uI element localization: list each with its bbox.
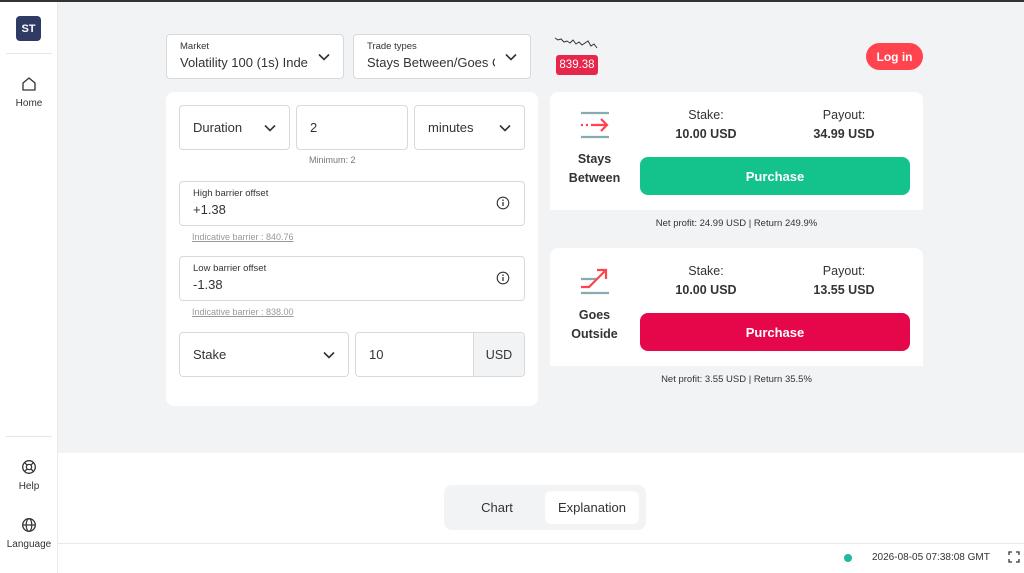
stake-amount-value: 10 <box>369 347 384 362</box>
market-selector[interactable]: Market Volatility 100 (1s) Index <box>166 34 344 79</box>
stake-label: Stake: <box>688 264 724 278</box>
view-tabs: Chart Explanation <box>444 485 646 530</box>
high-barrier-label: High barrier offset <box>193 188 269 199</box>
payout-value: 34.99 USD <box>813 127 875 141</box>
help-icon <box>22 460 36 474</box>
high-barrier-value: +1.38 <box>193 202 226 217</box>
trade-name-line2: Outside <box>571 327 618 341</box>
trade-type-selector[interactable]: Trade types Stays Between/Goes Outside <box>353 34 531 79</box>
sidebar-item-help[interactable]: Help <box>0 459 58 492</box>
goes-outside-icon <box>581 268 609 295</box>
duration-value: 2 <box>310 120 318 135</box>
purchase-goes-outside-button[interactable]: Purchase <box>640 313 910 351</box>
sidebar-item-label: Help <box>18 481 40 492</box>
tab-explanation[interactable]: Explanation <box>545 491 639 524</box>
info-icon[interactable] <box>496 196 510 210</box>
sidebar: ST Home Help Language <box>0 2 58 573</box>
stake-type-select[interactable]: Stake <box>179 332 349 377</box>
market-value: Volatility 100 (1s) Index <box>180 55 308 70</box>
trade-name: Goes Outside <box>562 306 627 344</box>
market-label: Market <box>180 41 210 52</box>
duration-input[interactable]: 2 <box>296 105 408 150</box>
trade-name-line2: Between <box>568 171 621 185</box>
trade-name-line1: Goes <box>578 308 611 322</box>
connection-status-indicator <box>844 554 852 562</box>
sidebar-item-language[interactable]: Language <box>0 517 58 550</box>
fullscreen-icon[interactable] <box>1008 551 1020 563</box>
payout-label: Payout: <box>822 108 866 122</box>
sidebar-item-label: Language <box>6 539 52 550</box>
duration-type-select[interactable]: Duration <box>179 105 290 150</box>
current-price-badge: 839.38 <box>556 55 598 75</box>
goes-outside-card: Goes Outside Stake: 10.00 USD Payout: 13… <box>550 248 923 392</box>
duration-minimum-hint: Minimum: 2 <box>309 155 356 165</box>
high-barrier-field[interactable]: High barrier offset +1.38 <box>179 181 525 226</box>
trade-name: Stays Between <box>562 150 627 188</box>
net-profit-summary: Net profit: 3.55 USD | Return 35.5% <box>550 366 923 392</box>
stays-between-icon <box>581 111 609 139</box>
chevron-down-icon <box>505 53 517 61</box>
app-logo[interactable]: ST <box>16 16 41 41</box>
home-icon <box>22 77 36 91</box>
payout-label: Payout: <box>822 264 866 278</box>
stake-type-value: Stake <box>193 347 227 362</box>
low-barrier-label: Low barrier offset <box>193 263 267 274</box>
info-icon[interactable] <box>496 271 510 285</box>
low-indicative-barrier[interactable]: Indicative barrier : 838.00 <box>192 307 294 317</box>
stays-between-card: Stays Between Stake: 10.00 USD Payout: 3… <box>550 92 923 236</box>
chevron-down-icon <box>318 53 330 61</box>
price-sparkline <box>554 37 598 49</box>
stake-value: 10.00 USD <box>675 127 737 141</box>
net-profit-summary: Net profit: 24.99 USD | Return 249.9% <box>550 210 923 236</box>
footer-divider <box>58 543 1024 544</box>
login-button[interactable]: Log in <box>866 43 923 70</box>
tab-chart[interactable]: Chart <box>450 491 544 524</box>
trade-type-label: Trade types <box>367 41 417 52</box>
duration-unit-value: minutes <box>428 120 474 135</box>
stake-currency: USD <box>473 333 524 376</box>
sidebar-item-home[interactable]: Home <box>0 76 58 109</box>
high-indicative-barrier[interactable]: Indicative barrier : 840.76 <box>192 232 294 242</box>
duration-unit-select[interactable]: minutes <box>414 105 525 150</box>
trade-name-line1: Stays <box>577 152 612 166</box>
stake-label: Stake: <box>688 108 724 122</box>
stake-value: 10.00 USD <box>675 283 737 297</box>
chevron-down-icon <box>323 351 335 359</box>
low-barrier-field[interactable]: Low barrier offset -1.38 <box>179 256 525 301</box>
sidebar-divider <box>6 53 52 54</box>
sidebar-item-label: Home <box>15 98 43 109</box>
stake-amount-input[interactable]: 10 USD <box>355 332 525 377</box>
trade-params-card: Duration 2 minutes Minimum: 2 High barri… <box>166 92 538 406</box>
trade-type-value: Stays Between/Goes Outside <box>367 55 495 70</box>
chevron-down-icon <box>264 124 276 132</box>
low-barrier-value: -1.38 <box>193 277 223 292</box>
globe-icon <box>22 518 36 532</box>
server-time: 2026-08-05 07:38:08 GMT <box>872 552 990 563</box>
sidebar-divider <box>6 436 52 437</box>
chevron-down-icon <box>499 124 511 132</box>
purchase-stays-between-button[interactable]: Purchase <box>640 157 910 195</box>
payout-value: 13.55 USD <box>813 283 875 297</box>
duration-type-value: Duration <box>193 120 243 135</box>
